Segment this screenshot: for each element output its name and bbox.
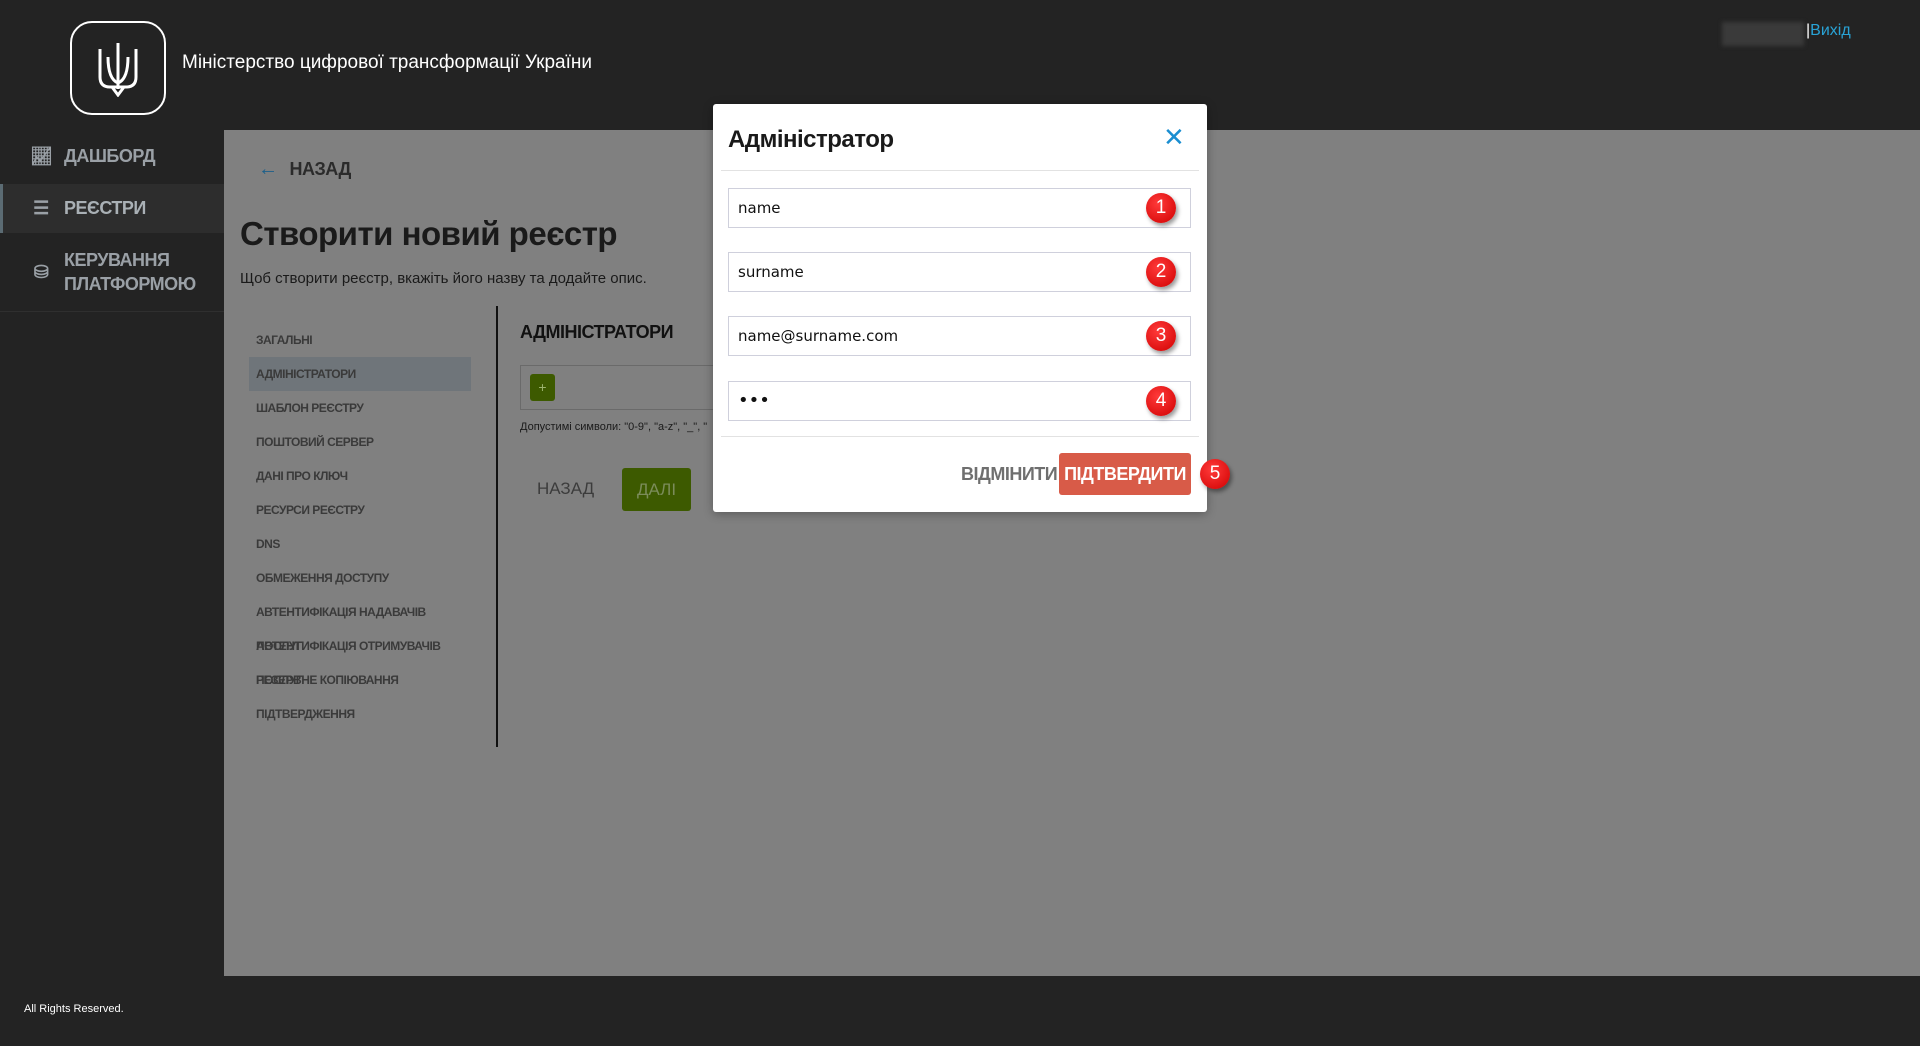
sidebar-item-label: Керування платформою [64,250,196,294]
step-badge-1: 1 [1146,193,1176,223]
logout-area: |Вихід [1806,22,1851,40]
cancel-button[interactable]: ВІДМІНИТИ [961,464,1058,485]
close-icon[interactable]: ✕ [1163,122,1185,153]
administrator-dialog: Адміністратор ✕ name surname name@surnam… [713,104,1230,512]
sidebar-item-label: Реєстри [64,198,146,218]
step-badge-3: 3 [1146,321,1176,351]
step-general[interactable]: Загальні [249,323,471,357]
add-administrator-button[interactable]: + [530,374,555,401]
step-badge-2: 2 [1146,257,1176,287]
logout-link[interactable]: Вихід [1810,22,1851,39]
back-label: НАЗАД [289,159,352,179]
confirm-button[interactable]: ПІДТВЕРДИТИ [1059,453,1191,495]
step-key-data[interactable]: Дані про ключ [249,459,471,493]
password-input[interactable]: ••• [728,381,1191,421]
back-button[interactable]: НАЗАД [537,479,594,499]
step-dns[interactable]: DNS [249,527,471,561]
step-access-restrictions[interactable]: Обмеження доступу [249,561,471,595]
last-name-input[interactable]: surname [728,252,1191,292]
step-registry-template[interactable]: Шаблон реєстру [249,391,471,425]
dialog-footer-divider [721,436,1199,437]
dialog-title: Адміністратор [728,126,894,153]
list-icon: ☰ [33,198,49,218]
database-gear-icon: ⛁ [33,261,49,282]
username-blurred [1722,22,1804,46]
step-registry-resources[interactable]: Ресурси реєстру [249,493,471,527]
step-provider-auth[interactable]: Автентифікація надавачів послуг [249,595,471,653]
footer-copyright: All Rights Reserved. [24,1003,124,1015]
back-link[interactable]: ← НАЗАД [258,158,351,181]
sidebar-item-dashboard[interactable]: 📈︎ Дашборд [0,130,224,182]
allowed-characters-hint: Допустимі символи: "0-9", "a-z", "_", " [520,421,708,433]
arrow-left-icon: ← [258,158,278,180]
sidebar-item-registries[interactable]: ☰ Реєстри [0,184,224,233]
chart-icon: 📈︎ [30,145,53,166]
next-button[interactable]: ДАЛІ [622,468,691,511]
dialog-header-divider [721,170,1199,171]
section-title: АДМІНІСТРАТОРИ [520,322,674,342]
step-badge-4: 4 [1146,386,1176,416]
step-backup[interactable]: Резервне копіювання [249,663,471,697]
step-confirmation[interactable]: Підтвердження [249,697,471,731]
email-input[interactable]: name@surname.com [728,316,1191,356]
step-recipient-auth[interactable]: Автентифікація отримувачів послуг [249,629,471,687]
organization-name: Міністерство цифрової трансформації Укра… [182,52,593,73]
sidebar-item-platform-management[interactable]: ⛁ Керування платформою [0,234,224,312]
step-mail-server[interactable]: Поштовий сервер [249,425,471,459]
trident-icon [98,43,138,97]
divider [496,306,498,747]
step-administrators[interactable]: Адміністратори [249,357,471,391]
page-subtitle: Щоб створити реєстр, вкажіть його назву … [240,270,647,287]
first-name-input[interactable]: name [728,188,1191,228]
step-badge-5: 5 [1200,459,1230,489]
page-title: Створити новий реєстр [240,215,618,252]
trident-logo[interactable] [70,21,166,115]
sidebar-item-label: Дашборд [64,145,156,166]
